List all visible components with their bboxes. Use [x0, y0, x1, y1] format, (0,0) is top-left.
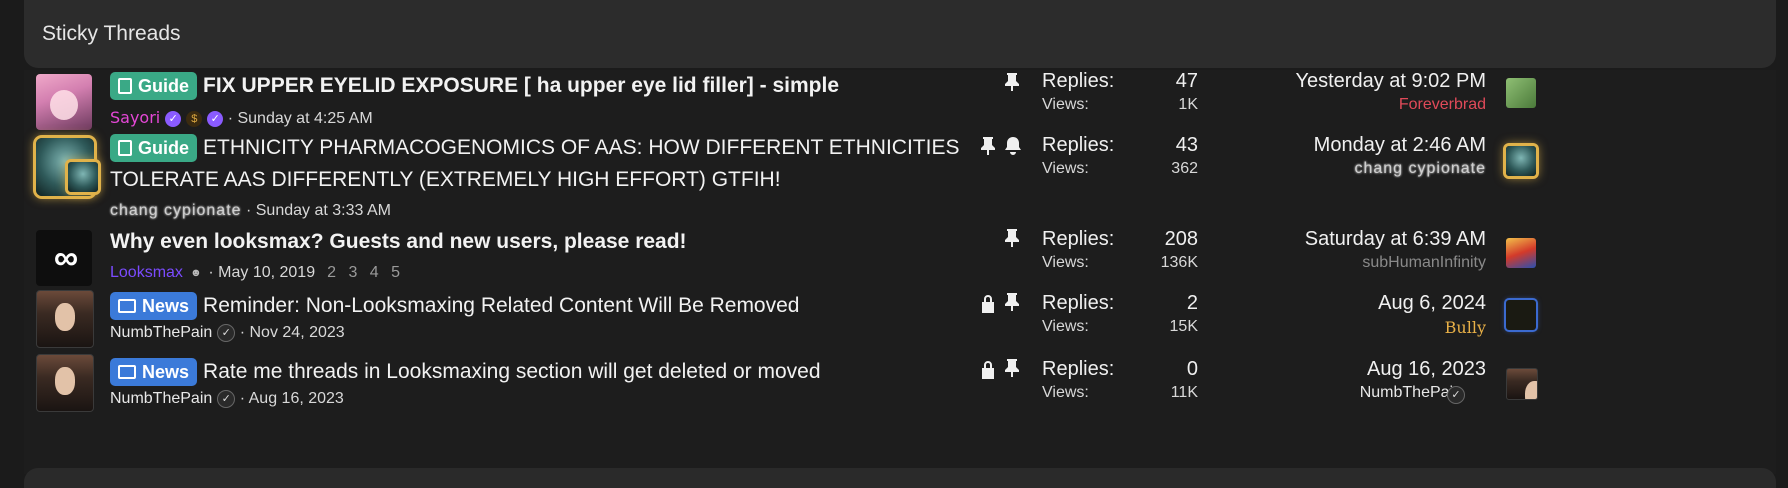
thread-date[interactable]: Sunday at 4:25 AM [237, 110, 372, 127]
author-link[interactable]: NumbThePain [110, 390, 212, 407]
views-label: Views: [1042, 96, 1089, 113]
last-poster-avatar[interactable] [1506, 300, 1536, 330]
bell-icon [1004, 136, 1022, 161]
verified-badge-icon: ✓ [165, 110, 182, 127]
replies-count: 208 [1164, 228, 1198, 250]
last-poster[interactable]: Bully [1445, 318, 1486, 337]
views-count: 362 [1171, 160, 1198, 177]
last-poster[interactable]: Foreverbrad [1399, 96, 1486, 114]
views-count: 1K [1178, 96, 1198, 113]
thread-meta: chang cypionate · Sunday at 3:33 AM [110, 202, 391, 219]
thread-title[interactable]: Guide ETHNICITY PHARMACOGENOMICS OF AAS: … [110, 132, 990, 164]
views-label: Views: [1042, 254, 1089, 271]
thread-meta: Sayori ✓ $ ✓ · Sunday at 4:25 AM [110, 108, 373, 127]
thread-title-text[interactable]: Reminder: Non-Looksmaxing Related Conten… [203, 294, 799, 317]
views-label: Views: [1042, 160, 1089, 177]
prefix-guide[interactable]: Guide [110, 72, 198, 101]
thread-date[interactable]: Nov 24, 2023 [250, 324, 345, 341]
views-label: Views: [1042, 384, 1089, 401]
book-icon [118, 78, 132, 95]
thread-row[interactable]: News Rate me threads in Looksmaxing secti… [24, 354, 1776, 418]
avatar[interactable] [36, 354, 94, 412]
author-link[interactable]: chang cypionate [110, 202, 242, 219]
author-link[interactable]: NumbThePain [110, 324, 212, 341]
looksmax-logo-avatar[interactable]: ∞ [36, 230, 92, 286]
thread-date[interactable]: Sunday at 3:33 AM [256, 202, 391, 219]
section-title: Sticky Threads [42, 22, 181, 45]
thread-title-line1[interactable]: ETHNICITY PHARMACOGENOMICS OF AAS: HOW D… [203, 136, 959, 159]
sticky-threads-header: Sticky Threads [24, 0, 1776, 68]
last-post-date[interactable]: Saturday at 6:39 AM [1305, 228, 1486, 251]
pin-icon [1004, 228, 1020, 253]
book-icon [118, 140, 132, 157]
avatar[interactable] [36, 74, 92, 130]
thread-row[interactable]: Guide FIX UPPER EYELID EXPOSURE [ ha uppe… [24, 70, 1776, 132]
verified-badge-icon: ✓ [217, 390, 236, 408]
thread-meta: Looksmax ☻ · May 10, 2019 2 3 4 5 [110, 264, 401, 281]
last-poster[interactable]: subHumanInfinity [1362, 254, 1486, 272]
thread-date[interactable]: Aug 16, 2023 [249, 390, 344, 407]
views-count: 11K [1170, 384, 1198, 401]
last-post-date[interactable]: Aug 16, 2023 [1367, 358, 1486, 381]
prefix-label: News [142, 296, 190, 317]
pin-icon [980, 136, 996, 161]
dollar-badge-icon: $ [186, 110, 203, 127]
thread-title[interactable]: Guide FIX UPPER EYELID EXPOSURE [ ha uppe… [110, 70, 839, 102]
views-count: 136K [1160, 254, 1198, 271]
replies-count: 2 [1186, 292, 1198, 314]
verified-badge-icon: ✓ [207, 110, 224, 127]
avatar[interactable] [36, 290, 94, 348]
views-label: Views: [1042, 318, 1089, 335]
pin-icon [1004, 292, 1020, 317]
thread-row[interactable]: Guide ETHNICITY PHARMACOGENOMICS OF AAS: … [24, 132, 1776, 226]
robot-badge-icon: ☻ [190, 266, 202, 279]
infinity-logo-icon: ∞ [53, 238, 78, 277]
newspaper-icon [118, 299, 136, 314]
prefix-label: Guide [138, 76, 190, 97]
thread-title[interactable]: News Rate me threads in Looksmaxing secti… [110, 356, 821, 388]
author-link[interactable]: Looksmax [110, 264, 183, 281]
lock-icon [980, 294, 996, 319]
prefix-label: News [142, 362, 190, 383]
last-poster-avatar[interactable] [1506, 368, 1538, 400]
lock-icon [980, 360, 996, 385]
page-links[interactable]: 2 3 4 5 [327, 264, 400, 281]
last-poster-avatar[interactable] [1506, 78, 1536, 108]
thread-title[interactable]: Why even looksmax? Guests and new users,… [110, 226, 687, 258]
thread-row[interactable]: ∞ Why even looksmax? Guests and new user… [24, 226, 1776, 290]
verified-badge-icon: ✓ [1447, 386, 1465, 404]
thread-meta: NumbThePain ✓ · Aug 16, 2023 [110, 390, 344, 408]
prefix-news[interactable]: News [110, 292, 198, 321]
replies-count: 0 [1186, 358, 1198, 380]
last-post-date[interactable]: Yesterday at 9:02 PM [1296, 70, 1487, 93]
replies-count: 43 [1175, 134, 1198, 156]
prefix-guide[interactable]: Guide [110, 134, 198, 163]
thread-title-line2[interactable]: TOLERATE AAS DIFFERENTLY (EXTREMELY HIGH… [110, 164, 781, 196]
author-link[interactable]: Sayori [110, 108, 160, 127]
prefix-news[interactable]: News [110, 358, 198, 387]
views-count: 15K [1169, 318, 1198, 335]
next-section-edge [24, 468, 1776, 488]
thread-row[interactable]: News Reminder: Non-Looksmaxing Related Co… [24, 290, 1776, 354]
prefix-label: Guide [138, 138, 190, 159]
pin-icon [1004, 72, 1020, 97]
last-poster[interactable]: chang cypionate [1354, 160, 1486, 178]
thread-title[interactable]: News Reminder: Non-Looksmaxing Related Co… [110, 290, 799, 322]
last-post-date[interactable]: Monday at 2:46 AM [1314, 134, 1486, 157]
thread-title-text[interactable]: FIX UPPER EYELID EXPOSURE [ ha upper eye… [203, 74, 839, 97]
last-poster-avatar[interactable] [1506, 238, 1536, 268]
verified-badge-icon: ✓ [217, 324, 236, 342]
thread-title-text[interactable]: Rate me threads in Looksmaxing section w… [203, 360, 821, 383]
pin-icon [1004, 358, 1020, 383]
thread-meta: NumbThePain ✓ · Nov 24, 2023 [110, 324, 345, 342]
avatar-secondary [68, 162, 98, 192]
thread-list: Guide FIX UPPER EYELID EXPOSURE [ ha uppe… [24, 70, 1776, 474]
last-post-date[interactable]: Aug 6, 2024 [1378, 292, 1486, 315]
last-poster-avatar[interactable] [1506, 146, 1536, 176]
thread-date[interactable]: May 10, 2019 [218, 264, 315, 281]
replies-count: 47 [1175, 70, 1198, 92]
newspaper-icon [118, 365, 136, 380]
